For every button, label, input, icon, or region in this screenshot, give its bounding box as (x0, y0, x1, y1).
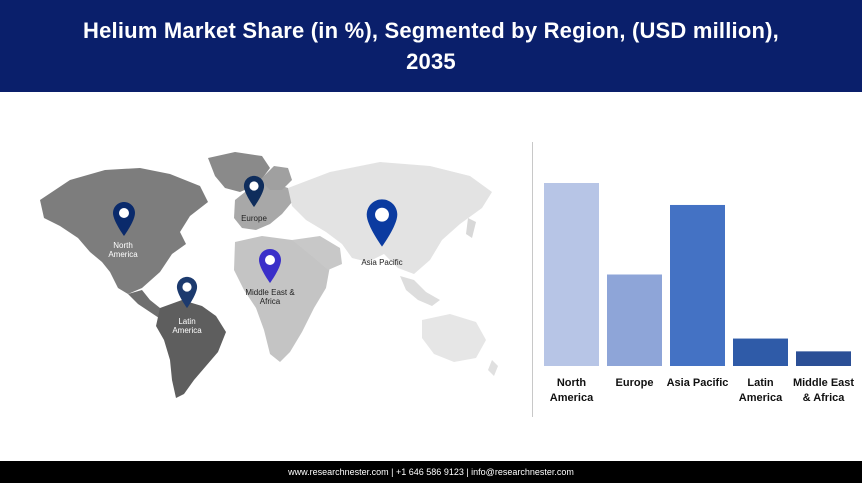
middle-east-africa-pin-label: Middle East & Africa (245, 288, 295, 306)
category-label-line: America (738, 392, 783, 404)
bar-europe (607, 274, 662, 366)
new-zealand-shape (488, 360, 498, 376)
southeast-asia-shape (400, 276, 440, 306)
category-label-line: North (556, 377, 587, 389)
category-label-line: Europe (615, 377, 654, 389)
bar-chart-plot (544, 183, 851, 366)
south-america-shape (156, 300, 226, 398)
footer-contact-text: www.researchnester.com | +1 646 586 9123… (288, 467, 574, 477)
bar-middle-east-africa (796, 351, 851, 366)
category-label-line: & Africa (802, 392, 845, 404)
north-america-pin-icon (113, 202, 135, 236)
north-america-pin-label: North America (108, 241, 138, 259)
footer-bar: www.researchnester.com | +1 646 586 9123… (0, 461, 862, 483)
pin-body (243, 175, 265, 208)
japan-shape (466, 218, 476, 238)
pin-body (366, 199, 398, 247)
middle-east-africa-pin-icon (259, 249, 281, 283)
australia-shape (422, 314, 486, 362)
category-label-line: Middle East (792, 377, 855, 389)
category-label-line: Latin (747, 377, 774, 389)
category-label: North America (537, 376, 607, 406)
category-label: Asia Pacific (663, 376, 733, 391)
latin-america-pin-icon (176, 276, 198, 309)
asia-pacific-pin-label: Asia Pacific (361, 258, 403, 267)
category-label: Latin America (726, 376, 796, 406)
category-label: Middle East & Africa (789, 376, 859, 406)
pin-body (176, 276, 198, 309)
bar-latin-america (733, 338, 788, 366)
category-label-line: Asia Pacific (666, 377, 729, 389)
bar-asia-pacific (670, 204, 725, 366)
pin-body (113, 202, 135, 236)
bar-north-america (544, 183, 599, 366)
europe-pin-icon (243, 175, 265, 208)
latin-america-pin-label: Latin America (172, 317, 202, 335)
asia-pacific-pin-icon (366, 199, 398, 247)
panel-divider (532, 142, 533, 417)
category-label: Europe (600, 376, 670, 391)
world-map: North America Europe Asia Pacific Middle… (30, 140, 500, 405)
category-label-line: America (549, 392, 594, 404)
europe-pin-label: Europe (241, 214, 267, 223)
header-banner: Helium Market Share (in %), Segmented by… (0, 0, 862, 92)
bar-chart: North America Europe Asia Pacific Latin Ameri… (540, 150, 855, 420)
chart-title: Helium Market Share (in %), Segmented by… (83, 18, 779, 74)
pin-body (259, 249, 281, 283)
